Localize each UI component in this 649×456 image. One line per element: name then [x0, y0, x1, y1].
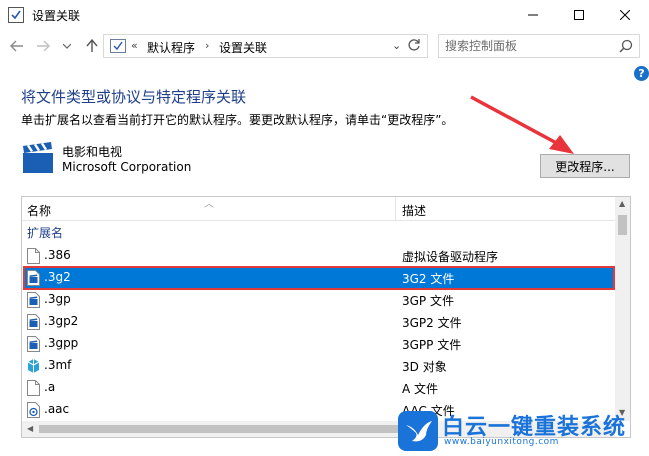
title-bar: 设置关联 [0, 0, 649, 30]
instruction-text: 单击扩展名以查看当前打开它的默认程序。要更改默认程序，请单击“更改程序”。 [21, 113, 454, 127]
back-button[interactable] [7, 36, 27, 56]
extension-name: .3mf [44, 358, 72, 372]
search-input[interactable] [445, 38, 615, 54]
video-file-icon [27, 270, 40, 286]
extension-description: 3GPP 文件 [402, 338, 462, 352]
column-divider[interactable] [395, 197, 396, 221]
back-arrow-icon [10, 40, 23, 52]
column-header-description[interactable]: 描述 [402, 202, 426, 219]
table-row[interactable]: .3gp 3GP 文件 [24, 289, 614, 311]
table-row[interactable]: .3gpp 3GPP 文件 [24, 333, 614, 355]
page-title: 将文件类型或协议与特定程序关联 [21, 88, 247, 106]
close-button[interactable] [602, 0, 648, 30]
watermark-logo: 白云一键重装系统 www.baiyunxitong.com [398, 409, 644, 453]
app-vendor: Microsoft Corporation [62, 160, 192, 174]
minimize-button[interactable] [510, 0, 556, 30]
refresh-button[interactable] [407, 38, 423, 54]
extension-name: .aac [44, 402, 70, 416]
extension-name: .3g2 [44, 270, 71, 284]
extension-description: A 文件 [402, 382, 439, 396]
help-icon[interactable]: ? [634, 66, 649, 81]
vertical-scroll-thumb[interactable] [618, 215, 627, 235]
control-panel-icon [8, 7, 24, 23]
vertical-scrollbar[interactable]: ▲ ▼ [615, 197, 630, 421]
extension-description: 3GP 文件 [402, 294, 454, 308]
recent-locations-button[interactable] [57, 36, 77, 56]
up-arrow-icon [86, 39, 98, 52]
video-file-icon [27, 336, 40, 352]
address-dropdown-icon[interactable]: ⌄ [392, 39, 401, 52]
blank-file-icon [27, 380, 40, 396]
selection-highlight-box [23, 266, 615, 290]
bird-logo-icon [398, 411, 438, 451]
watermark-url: www.baiyunxitong.com [444, 437, 559, 447]
app-name: 电影和电视 [62, 145, 123, 159]
column-header-name[interactable]: 名称 [27, 202, 51, 219]
scroll-up-icon[interactable]: ▲ [619, 199, 625, 208]
address-bar[interactable]: « 默认程序 › 设置关联 ⌄ [103, 34, 428, 58]
window-title: 设置关联 [32, 9, 81, 23]
blank-file-icon [27, 248, 40, 264]
video-file-icon [27, 292, 40, 308]
breadcrumb-separator-icon[interactable]: › [205, 39, 209, 52]
search-icon[interactable] [619, 39, 633, 56]
forward-button[interactable] [33, 36, 53, 56]
extension-name: .3gpp [44, 336, 79, 350]
extension-name: .3gp2 [44, 314, 79, 328]
control-panel-icon [110, 39, 126, 53]
extension-name: .a [44, 380, 56, 394]
up-button[interactable] [82, 36, 102, 56]
audio-file-icon [27, 402, 40, 418]
extension-name: .386 [44, 248, 71, 262]
3d-object-icon [27, 358, 40, 374]
extension-list[interactable]: ︿ 名称 描述 扩展名 .386 虚拟设备驱动程序 .3g2 3G2 文件 .3gp 3G… [21, 196, 631, 438]
extension-description: 3D 对象 [402, 360, 447, 374]
extension-description: 3G2 文件 [402, 272, 455, 286]
scroll-left-icon[interactable]: ◀ [27, 424, 33, 433]
table-row[interactable]: .386 虚拟设备驱动程序 [24, 245, 614, 267]
sort-ascending-icon: ︿ [204, 199, 214, 210]
breadcrumb-default-programs[interactable]: 默认程序 [147, 39, 195, 56]
horizontal-scroll-thumb[interactable] [39, 425, 399, 433]
maximize-button[interactable] [556, 0, 602, 30]
navigation-bar: « 默认程序 › 设置关联 ⌄ [0, 31, 649, 61]
extension-name: .3gp [44, 292, 71, 306]
video-file-icon [27, 314, 40, 330]
refresh-icon [408, 39, 420, 51]
close-icon [620, 10, 630, 20]
table-row[interactable]: .3g2 3G2 文件 [23, 266, 615, 290]
extension-description: 虚拟设备驱动程序 [402, 250, 499, 264]
table-row[interactable]: .3gp2 3GP2 文件 [24, 311, 614, 333]
table-row[interactable]: .3mf 3D 对象 [24, 355, 614, 377]
list-header: ︿ 名称 描述 [22, 197, 615, 221]
chevron-down-icon [63, 43, 71, 49]
movies-tv-app-icon [21, 141, 55, 175]
extension-description: 3GP2 文件 [402, 316, 462, 330]
table-row[interactable]: .a A 文件 [24, 377, 614, 399]
breadcrumb-set-associations[interactable]: 设置关联 [219, 39, 267, 56]
forward-arrow-icon [37, 40, 50, 52]
address-overflow[interactable]: « [131, 39, 138, 52]
search-box[interactable] [438, 34, 640, 58]
change-program-button[interactable]: 更改程序... [540, 154, 630, 178]
group-label-extensions: 扩展名 [27, 226, 64, 240]
